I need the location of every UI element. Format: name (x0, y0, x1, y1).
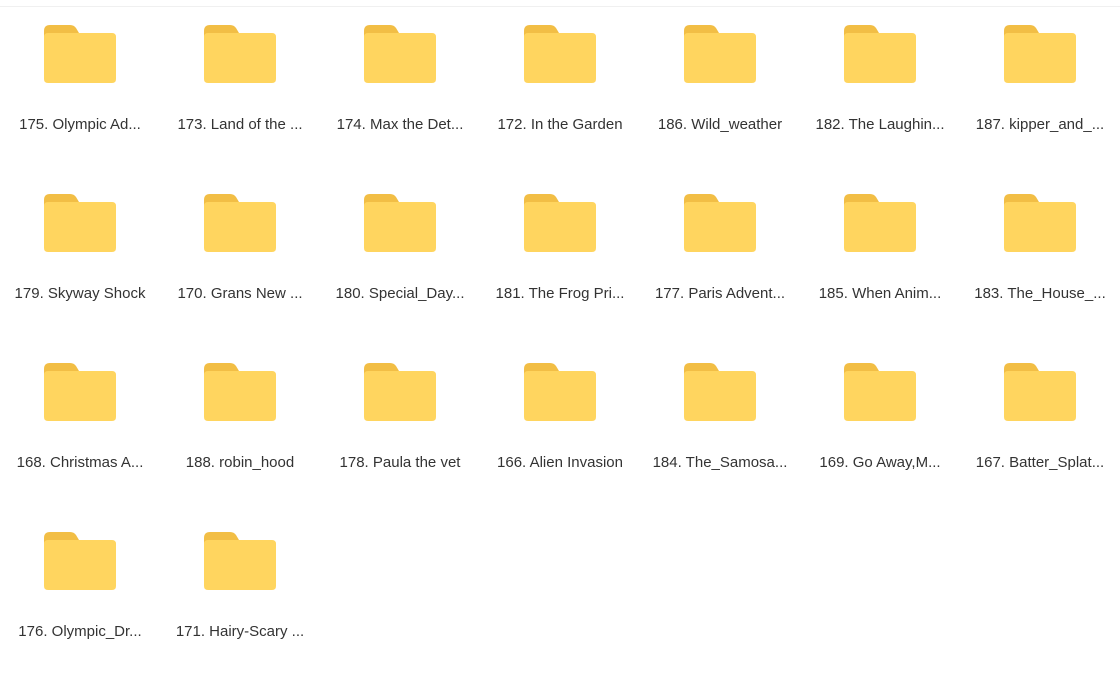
folder-label[interactable]: 169. Go Away,M... (800, 453, 960, 473)
folder-label[interactable]: 185. When Anim... (800, 284, 960, 304)
folder-item[interactable]: 182. The Laughin... (800, 0, 960, 169)
folder-item[interactable]: 187. kipper_and_... (960, 0, 1120, 169)
folder-label[interactable]: 177. Paris Advent... (640, 284, 800, 304)
folder-item[interactable]: 186. Wild_weather (640, 0, 800, 169)
folder-icon (204, 532, 276, 590)
folder-icon (44, 532, 116, 590)
folder-icon (364, 25, 436, 83)
folder-item[interactable]: 173. Land of the ... (160, 0, 320, 169)
folder-item[interactable]: 183. The_House_... (960, 169, 1120, 338)
folder-icon (1004, 25, 1076, 83)
folder-icon (524, 25, 596, 83)
folder-icon (844, 363, 916, 421)
folder-label[interactable]: 166. Alien Invasion (480, 453, 640, 473)
folder-icon (844, 194, 916, 252)
folder-icon (364, 194, 436, 252)
folder-label[interactable]: 184. The_Samosa... (640, 453, 800, 473)
folder-item[interactable]: 176. Olympic_Dr... (0, 507, 160, 676)
folder-label[interactable]: 168. Christmas A... (0, 453, 160, 473)
folder-icon (44, 363, 116, 421)
folder-label[interactable]: 179. Skyway Shock (0, 284, 160, 304)
folder-icon (1004, 194, 1076, 252)
folder-icon (684, 25, 756, 83)
folder-label[interactable]: 167. Batter_Splat... (960, 453, 1120, 473)
folder-label[interactable]: 187. kipper_and_... (960, 115, 1120, 135)
folder-label[interactable]: 183. The_House_... (960, 284, 1120, 304)
folder-icon (684, 194, 756, 252)
folder-label[interactable]: 176. Olympic_Dr... (0, 622, 160, 642)
folder-icon (684, 363, 756, 421)
folder-icon (44, 194, 116, 252)
folder-item[interactable]: 168. Christmas A... (0, 338, 160, 507)
folder-label[interactable]: 182. The Laughin... (800, 115, 960, 135)
folder-label[interactable]: 186. Wild_weather (640, 115, 800, 135)
folder-item[interactable]: 171. Hairy-Scary ... (160, 507, 320, 676)
folder-item[interactable]: 179. Skyway Shock (0, 169, 160, 338)
folder-label[interactable]: 180. Special_Day... (320, 284, 480, 304)
folder-label[interactable]: 188. robin_hood (160, 453, 320, 473)
folder-item[interactable]: 166. Alien Invasion (480, 338, 640, 507)
folder-grid: 175. Olympic Ad... 173. Land of the ... … (0, 0, 1120, 676)
folder-icon (524, 363, 596, 421)
folder-item[interactable]: 167. Batter_Splat... (960, 338, 1120, 507)
folder-label[interactable]: 172. In the Garden (480, 115, 640, 135)
folder-item[interactable]: 174. Max the Det... (320, 0, 480, 169)
folder-icon (844, 25, 916, 83)
folder-item[interactable]: 175. Olympic Ad... (0, 0, 160, 169)
folder-item[interactable]: 178. Paula the vet (320, 338, 480, 507)
folder-label[interactable]: 175. Olympic Ad... (0, 115, 160, 135)
folder-item[interactable]: 188. robin_hood (160, 338, 320, 507)
folder-icon (44, 25, 116, 83)
folder-item[interactable]: 177. Paris Advent... (640, 169, 800, 338)
folder-icon (524, 194, 596, 252)
folder-item[interactable]: 169. Go Away,M... (800, 338, 960, 507)
folder-item[interactable]: 172. In the Garden (480, 0, 640, 169)
folder-label[interactable]: 181. The Frog Pri... (480, 284, 640, 304)
folder-icon (204, 363, 276, 421)
folder-label[interactable]: 170. Grans New ... (160, 284, 320, 304)
folder-icon (204, 25, 276, 83)
folder-label[interactable]: 171. Hairy-Scary ... (160, 622, 320, 642)
folder-label[interactable]: 173. Land of the ... (160, 115, 320, 135)
folder-item[interactable]: 184. The_Samosa... (640, 338, 800, 507)
folder-item[interactable]: 170. Grans New ... (160, 169, 320, 338)
folder-icon (204, 194, 276, 252)
folder-item[interactable]: 180. Special_Day... (320, 169, 480, 338)
folder-item[interactable]: 185. When Anim... (800, 169, 960, 338)
folder-label[interactable]: 174. Max the Det... (320, 115, 480, 135)
folder-label[interactable]: 178. Paula the vet (320, 453, 480, 473)
folder-icon (1004, 363, 1076, 421)
folder-item[interactable]: 181. The Frog Pri... (480, 169, 640, 338)
folder-icon (364, 363, 436, 421)
